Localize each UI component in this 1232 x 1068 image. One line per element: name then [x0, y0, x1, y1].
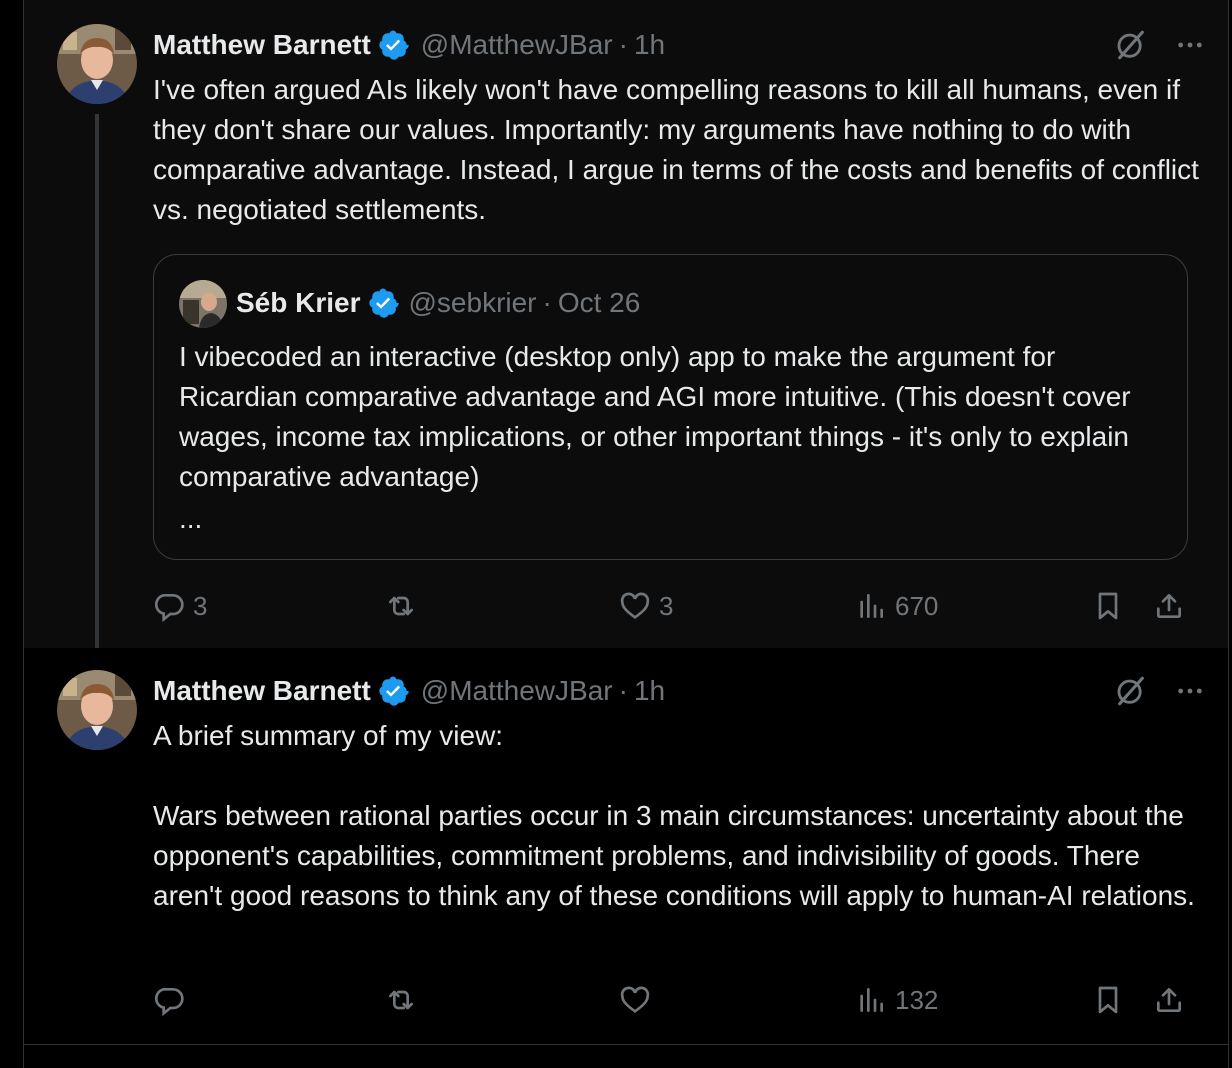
- quoted-tweet-header: Séb Krier @sebkrier · Oct 26: [236, 283, 640, 323]
- quoted-author-avatar[interactable]: [179, 280, 227, 328]
- tweet-text: I've often argued AIs likely won't have …: [153, 74, 1199, 225]
- verified-badge-icon[interactable]: [377, 675, 409, 707]
- quoted-author-name[interactable]: Séb Krier: [236, 287, 361, 319]
- tweet-text-line-1: A brief summary of my view:: [153, 720, 504, 751]
- separator-dot: ·: [618, 675, 628, 706]
- author-handle[interactable]: @MatthewJBar: [421, 29, 613, 61]
- grok-icon[interactable]: [1114, 674, 1148, 708]
- tweet-action-bar: 132: [153, 980, 1228, 1020]
- verified-badge-icon: [368, 288, 399, 318]
- views-count: 132: [895, 984, 939, 1015]
- bookmark-icon: [1098, 592, 1118, 620]
- separator-dot: ·: [542, 287, 552, 318]
- reply-button[interactable]: 3: [153, 586, 207, 626]
- tweet-2[interactable]: Matthew Barnett @MatthewJBar · 1h A brie…: [24, 648, 1228, 1044]
- repost-button[interactable]: [385, 586, 425, 626]
- more-icon[interactable]: [1174, 675, 1206, 707]
- tweet-top-actions: [1114, 671, 1206, 711]
- reply-count: 3: [193, 590, 208, 621]
- share-button[interactable]: [1153, 980, 1185, 1020]
- author-avatar[interactable]: [57, 24, 137, 104]
- share-icon: [1157, 988, 1181, 1012]
- views-button[interactable]: 670: [855, 586, 938, 626]
- share-button[interactable]: [1153, 586, 1185, 626]
- thread-connector-line: [95, 114, 99, 662]
- like-button[interactable]: 3: [619, 586, 673, 626]
- tweet-action-bar: 3 3 670: [153, 586, 1228, 626]
- tweet-timestamp[interactable]: 1h: [634, 675, 665, 707]
- views-count: 670: [895, 590, 939, 621]
- bookmark-button[interactable]: [1092, 586, 1124, 626]
- repost-icon: [389, 990, 413, 1010]
- repost-icon: [389, 596, 413, 616]
- grok-icon[interactable]: [1114, 28, 1148, 62]
- quoted-author-handle: @sebkrier: [408, 287, 537, 318]
- quoted-tweet-date: Oct 26: [557, 287, 641, 318]
- quoted-tweet[interactable]: Séb Krier @sebkrier · Oct 26 I vibecoded…: [153, 254, 1188, 560]
- repost-button[interactable]: [385, 980, 425, 1020]
- timeline: Matthew Barnett @MatthewJBar · 1h I've o…: [0, 0, 1232, 1068]
- like-icon: [620, 986, 650, 1013]
- like-button[interactable]: [619, 980, 659, 1020]
- quoted-tweet-ellipsis: ...: [179, 503, 203, 534]
- reply-icon: [154, 594, 184, 622]
- column-border-right: [1228, 0, 1229, 1068]
- author-name[interactable]: Matthew Barnett: [153, 675, 371, 707]
- like-count: 3: [659, 590, 674, 621]
- views-icon: [860, 594, 883, 618]
- author-handle[interactable]: @MatthewJBar: [421, 675, 613, 707]
- author-name[interactable]: Matthew Barnett: [153, 29, 371, 61]
- like-icon: [620, 592, 650, 619]
- tweet-divider: [24, 1044, 1228, 1045]
- views-icon: [860, 988, 883, 1012]
- tweet-top-actions: [1114, 25, 1206, 65]
- tweet-1[interactable]: Matthew Barnett @MatthewJBar · 1h I've o…: [24, 0, 1228, 662]
- tweet-header: Matthew Barnett @MatthewJBar · 1h: [153, 25, 665, 65]
- author-avatar[interactable]: [57, 670, 137, 750]
- more-icon[interactable]: [1174, 29, 1206, 61]
- tweet-text-paragraph-2: Wars between rational parties occur in 3…: [153, 800, 1195, 911]
- tweet-timestamp[interactable]: 1h: [634, 29, 665, 61]
- separator-dot: ·: [618, 29, 628, 60]
- tweet-header: Matthew Barnett @MatthewJBar · 1h: [153, 671, 665, 711]
- quoted-tweet-text: I vibecoded an interactive (desktop only…: [179, 341, 1131, 492]
- bookmark-icon: [1098, 986, 1118, 1014]
- bookmark-button[interactable]: [1092, 980, 1124, 1020]
- views-button[interactable]: 132: [855, 980, 938, 1020]
- reply-button[interactable]: [153, 980, 193, 1020]
- reply-icon: [154, 988, 184, 1016]
- verified-badge-icon[interactable]: [377, 29, 409, 61]
- share-icon: [1157, 594, 1181, 618]
